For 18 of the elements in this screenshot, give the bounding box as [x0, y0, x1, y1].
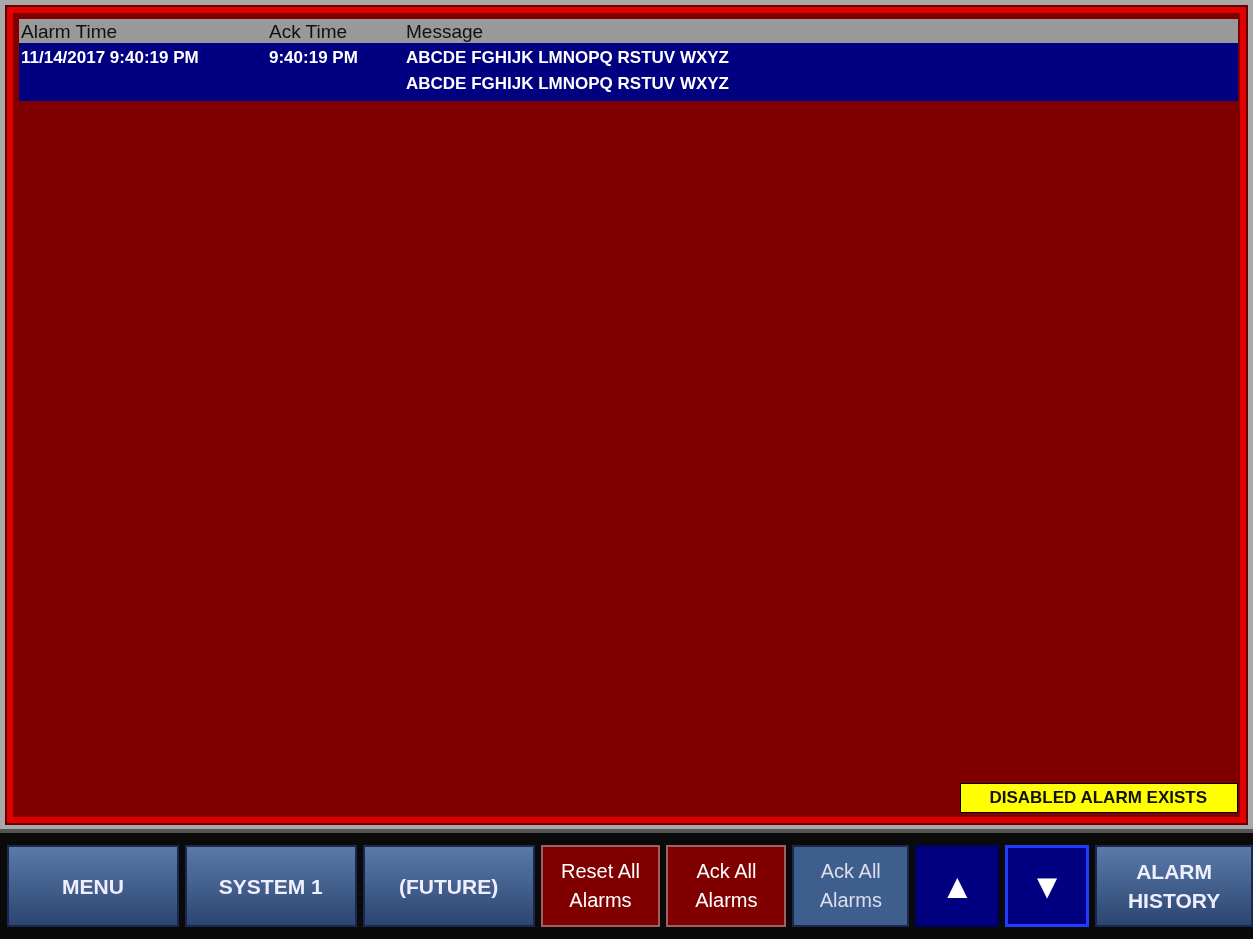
- nav-button[interactable]: ALARM HISTORY: [1095, 845, 1253, 927]
- table-cell-text: ABCDE FGHIJK LMNOPQ RSTUV WXYZ: [406, 47, 729, 69]
- table-cell-text: 11/14/2017 9:40:19 PM: [20, 47, 200, 69]
- nav-button[interactable]: MENU: [7, 845, 179, 927]
- table-row[interactable]: 11/14/2017 9:40:19 PM 9:40:19 PM ABCDE FGHIJK LMNOPQ RSTUV WXYZ ABCDE FGHIJK LMNOPQ RSTUV WXYZ: [19, 43, 1238, 101]
- alarm-button[interactable]: Reset All Alarms: [540, 845, 661, 927]
- column-header: Alarm Time: [20, 21, 119, 43]
- alarm-button[interactable]: Ack All Alarms: [666, 845, 787, 927]
- status-badge: DISABLED ALARM EXISTS: [960, 783, 1238, 813]
- table-cell-text: ABCDE FGHIJK LMNOPQ RSTUV WXYZ: [406, 73, 729, 95]
- nav-button[interactable]: SYSTEM 1: [184, 845, 357, 927]
- column-header: Ack Time: [269, 21, 349, 43]
- alarm-button[interactable]: Ack All Alarms: [792, 845, 910, 927]
- scroll-button[interactable]: ▼: [1005, 845, 1090, 927]
- column-header: Message: [406, 21, 485, 43]
- nav-button[interactable]: (FUTURE): [362, 845, 535, 927]
- scroll-button[interactable]: ▲: [915, 845, 1000, 927]
- table-cell-text: 9:40:19 PM: [269, 47, 359, 69]
